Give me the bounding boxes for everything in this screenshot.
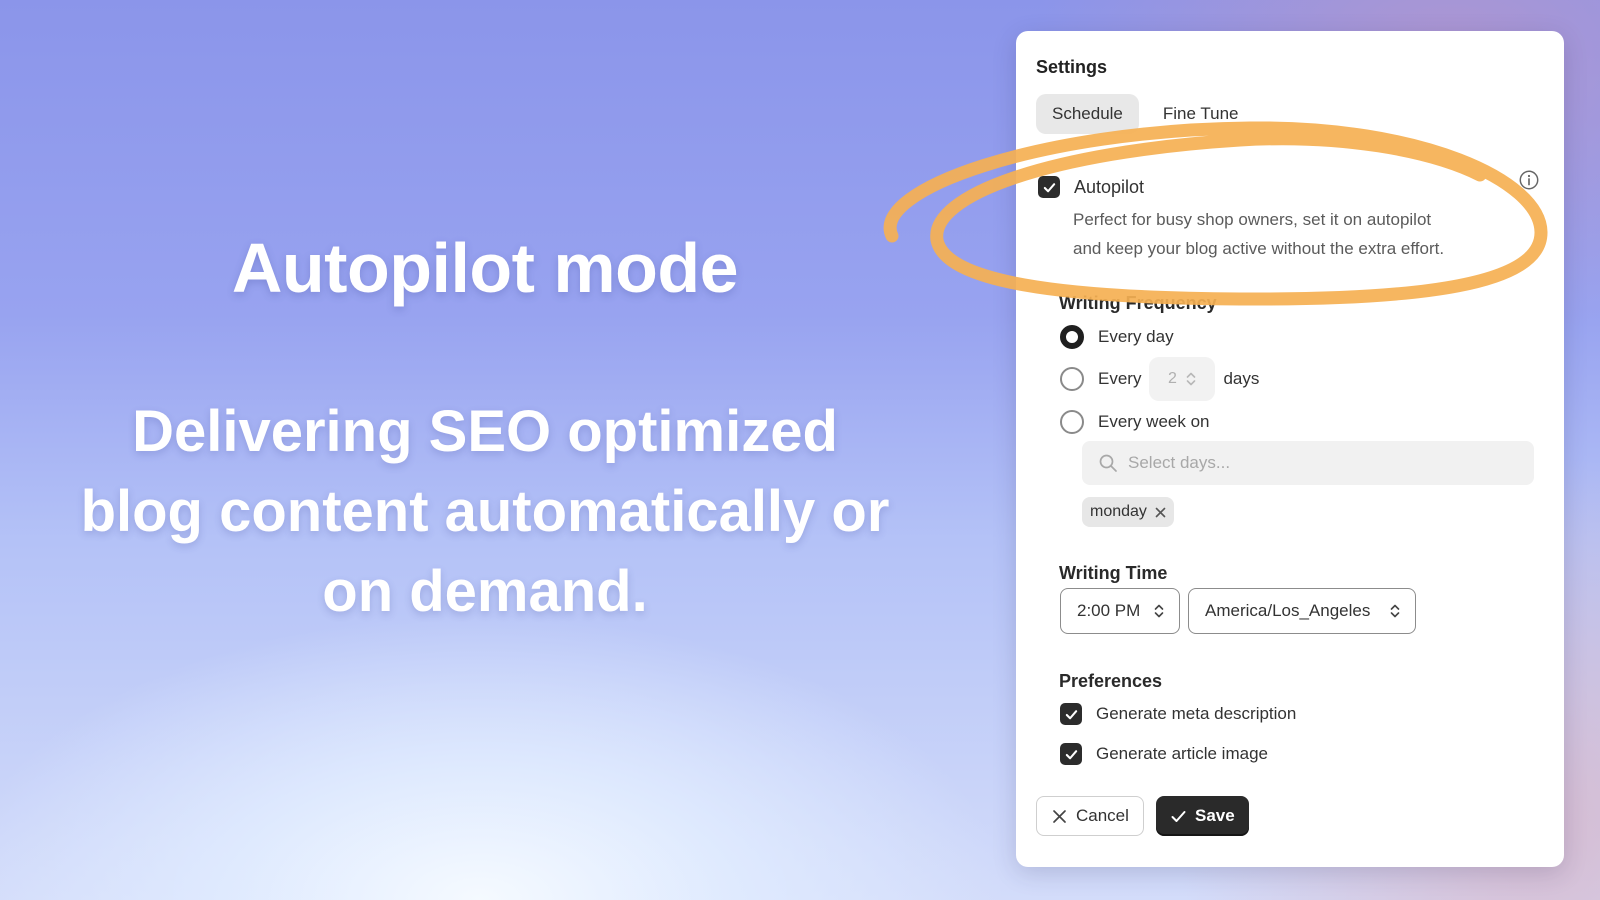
chevron-up-down-icon bbox=[1390, 604, 1400, 618]
close-icon bbox=[1053, 809, 1066, 823]
day-tag: monday bbox=[1082, 497, 1174, 527]
every-n-suffix-label: days bbox=[1223, 369, 1260, 388]
hero-title: Autopilot mode bbox=[231, 229, 739, 307]
tab-schedule[interactable]: Schedule bbox=[1036, 94, 1139, 134]
cancel-button[interactable]: Cancel bbox=[1036, 796, 1144, 836]
days-interval-value: 2 bbox=[1168, 370, 1177, 387]
settings-title: Settings bbox=[1036, 57, 1108, 77]
chevron-up-down-icon bbox=[1154, 604, 1164, 618]
search-icon bbox=[1099, 454, 1117, 472]
settings-tabs: Schedule Fine Tune bbox=[1036, 94, 1255, 134]
timezone-select-value: America/Los_Angeles bbox=[1205, 601, 1371, 620]
autopilot-description-line: and keep your blog active without the ex… bbox=[1073, 239, 1445, 258]
preferences-heading: Preferences bbox=[1059, 671, 1163, 691]
select-days-input[interactable]: Select days... bbox=[1082, 441, 1534, 485]
save-button[interactable]: Save bbox=[1156, 796, 1249, 836]
select-days-placeholder: Select days... bbox=[1128, 453, 1231, 472]
autopilot-description-line: Perfect for busy shop owners, set it on … bbox=[1073, 210, 1432, 229]
remove-tag-icon[interactable] bbox=[1155, 507, 1166, 518]
frequency-option-every-n-days[interactable]: Every 2 days bbox=[1060, 357, 1259, 401]
hero-subtitle: Delivering SEO optimized blog content au… bbox=[40, 392, 930, 632]
every-week-label: Every week on bbox=[1098, 412, 1210, 431]
tab-fine-tune[interactable]: Fine Tune bbox=[1147, 94, 1255, 134]
time-select-value: 2:00 PM bbox=[1077, 601, 1141, 620]
every-n-prefix-label: Every bbox=[1098, 369, 1142, 388]
frequency-option-every-week[interactable]: Every week on bbox=[1060, 410, 1210, 434]
every-day-radio[interactable] bbox=[1060, 325, 1084, 349]
info-icon[interactable] bbox=[1518, 169, 1540, 191]
autopilot-description: Perfect for busy shop owners, set it on … bbox=[1073, 205, 1513, 263]
article-image-label: Generate article image bbox=[1096, 744, 1268, 763]
checkmark-icon bbox=[1065, 749, 1077, 759]
cancel-button-label: Cancel bbox=[1076, 806, 1129, 825]
pref-article-image[interactable]: Generate article image bbox=[1060, 743, 1268, 765]
save-button-label: Save bbox=[1195, 806, 1235, 825]
day-tag-label: monday bbox=[1090, 503, 1147, 520]
autopilot-checkbox[interactable] bbox=[1038, 176, 1060, 198]
autopilot-toggle-row: Autopilot bbox=[1038, 176, 1144, 198]
days-interval-stepper[interactable]: 2 bbox=[1149, 357, 1216, 401]
article-image-checkbox[interactable] bbox=[1060, 743, 1082, 765]
pref-meta-description[interactable]: Generate meta description bbox=[1060, 703, 1296, 725]
checkmark-icon bbox=[1171, 810, 1186, 822]
settings-panel: Settings Schedule Fine Tune Autopilot Pe… bbox=[1016, 31, 1564, 867]
meta-description-label: Generate meta description bbox=[1096, 704, 1297, 723]
hero-subtitle-line: on demand. bbox=[322, 559, 648, 624]
checkmark-icon bbox=[1065, 709, 1077, 719]
checkmark-icon bbox=[1043, 182, 1055, 192]
writing-frequency-heading: Writing Frequency bbox=[1059, 293, 1217, 313]
hero-subtitle-line: blog content automatically or bbox=[80, 479, 890, 544]
stepper-arrows-icon bbox=[1186, 372, 1196, 386]
meta-description-checkbox[interactable] bbox=[1060, 703, 1082, 725]
frequency-option-every-day[interactable]: Every day bbox=[1060, 325, 1174, 349]
hero-subtitle-line: Delivering SEO optimized bbox=[132, 399, 838, 464]
writing-time-heading: Writing Time bbox=[1059, 563, 1168, 583]
every-week-radio[interactable] bbox=[1060, 410, 1084, 434]
every-n-days-radio[interactable] bbox=[1060, 367, 1084, 391]
every-day-label: Every day bbox=[1098, 327, 1174, 346]
timezone-select[interactable]: America/Los_Angeles bbox=[1188, 588, 1416, 634]
time-select[interactable]: 2:00 PM bbox=[1060, 588, 1180, 634]
autopilot-label: Autopilot bbox=[1074, 176, 1145, 197]
